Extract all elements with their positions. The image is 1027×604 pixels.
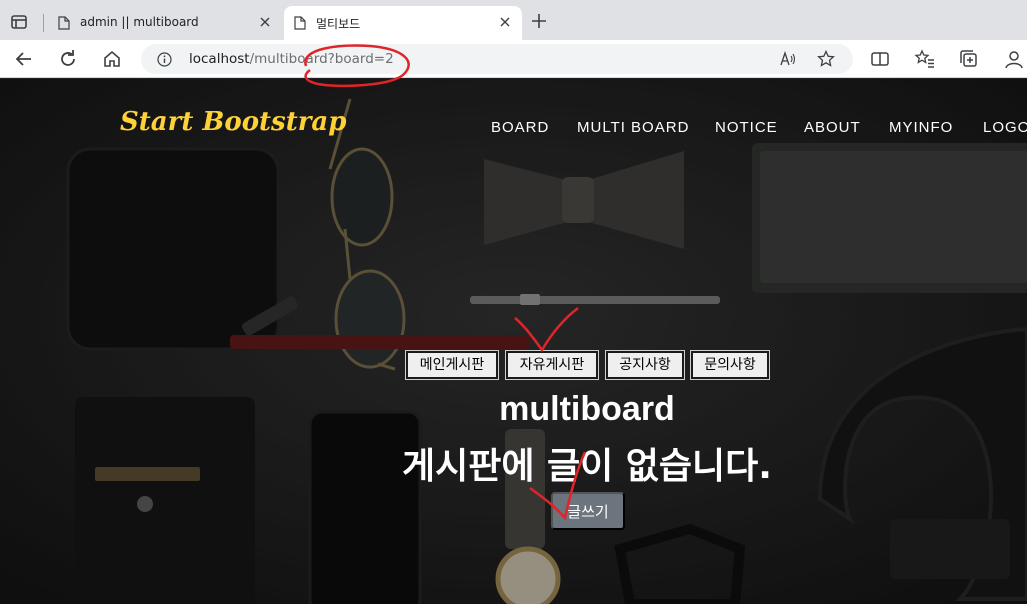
collections-icon[interactable] (958, 48, 980, 70)
tab-multiboard[interactable]: 멀티보드 (284, 6, 522, 40)
page-viewport: Start Bootstrap BOARD MULTI BOARD NOTICE… (0, 79, 1027, 604)
page-icon (294, 16, 306, 30)
nav-board[interactable]: BOARD (491, 119, 549, 136)
page-icon (58, 16, 70, 30)
nav-notice[interactable]: NOTICE (715, 119, 778, 136)
nav-multi-board[interactable]: MULTI BOARD (577, 119, 689, 136)
main-board-button[interactable]: 메인게시판 (405, 350, 499, 380)
read-aloud-icon[interactable] (779, 51, 797, 67)
url-host: localhost (189, 51, 250, 67)
write-post-button[interactable]: 글쓰기 (551, 492, 625, 530)
address-bar[interactable]: localhost/multiboard?board=2 (141, 44, 853, 74)
info-icon[interactable] (157, 52, 172, 67)
refresh-icon[interactable] (57, 48, 79, 70)
board-heading: multiboard (499, 390, 675, 428)
notice-board-button[interactable]: 공지사항 (605, 350, 685, 380)
nav-about[interactable]: ABOUT (804, 119, 861, 136)
hero-background-image (0, 79, 1027, 604)
tab-admin-multiboard[interactable]: admin || multiboard (48, 6, 282, 40)
tab-actions-icon[interactable] (8, 11, 30, 33)
tab-title: admin || multiboard (80, 15, 199, 29)
split-screen-icon[interactable] (869, 48, 891, 70)
url-path: /multiboard?board=2 (249, 51, 394, 67)
free-board-button[interactable]: 자유게시판 (505, 350, 599, 380)
browser-tab-bar: admin || multiboard 멀티보드 (0, 0, 1027, 40)
close-icon[interactable] (258, 15, 272, 29)
close-icon[interactable] (498, 15, 512, 29)
back-arrow-icon[interactable] (13, 48, 35, 70)
tab-separator (43, 14, 44, 32)
favorites-icon[interactable] (914, 48, 936, 70)
favorite-star-icon[interactable] (817, 50, 835, 68)
tab-title: 멀티보드 (316, 17, 361, 31)
url-text[interactable]: localhost/multiboard?board=2 (189, 51, 394, 67)
home-icon[interactable] (101, 48, 123, 70)
inquiry-board-button[interactable]: 문의사항 (690, 350, 770, 380)
browser-toolbar: localhost/multiboard?board=2 (0, 40, 1027, 78)
new-tab-icon[interactable] (530, 12, 548, 30)
empty-board-message: 게시판에 글이 없습니다. (402, 446, 772, 487)
site-brand-logo[interactable]: Start Bootstrap (120, 107, 346, 137)
nav-myinfo[interactable]: MYINFO (889, 119, 953, 136)
nav-logout[interactable]: LOGO (983, 119, 1027, 136)
extensions-icon[interactable] (1003, 48, 1025, 70)
